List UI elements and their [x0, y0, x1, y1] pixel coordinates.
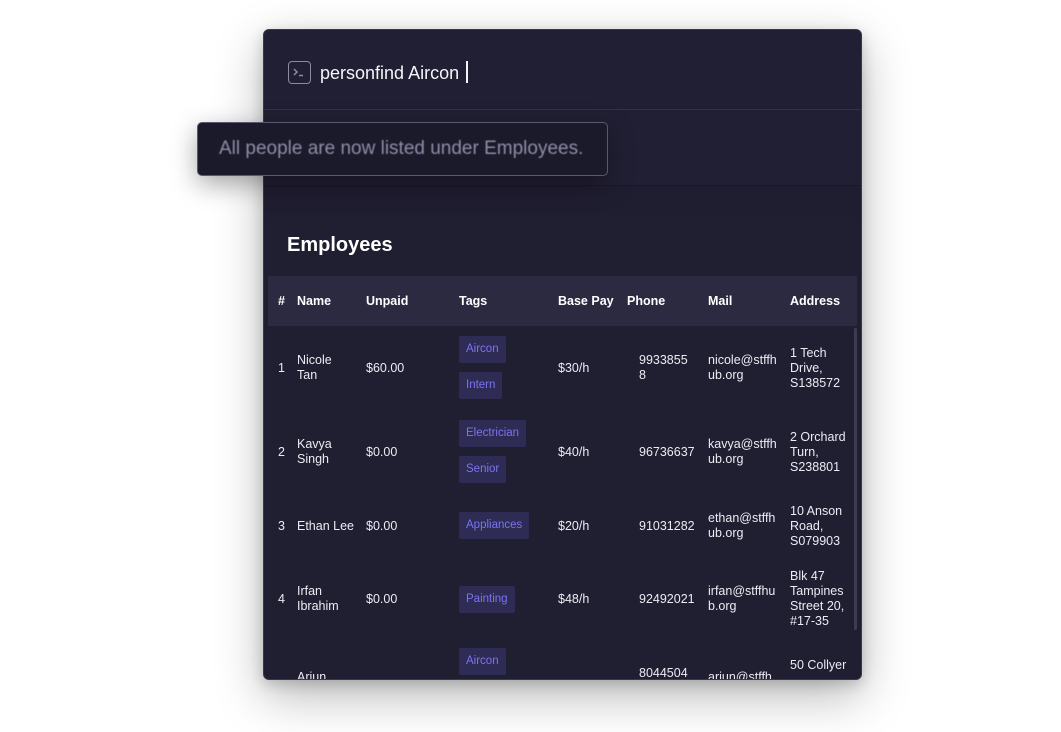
row-phone: 9933855 8 — [639, 353, 688, 382]
row-name: Kavya Singh — [297, 437, 332, 466]
row-base-pay: $48/h — [558, 592, 590, 606]
row-phone: 92492021 — [639, 592, 695, 606]
row-mail: ethan@stffh ub.org — [708, 511, 776, 540]
tag-aircon[interactable]: Aircon — [459, 336, 506, 363]
row-index: 1 — [278, 361, 285, 375]
column-header-address[interactable]: Address — [790, 294, 840, 308]
row-address: 2 Orchard Turn, S238801 — [790, 430, 846, 474]
column-header-mail[interactable]: Mail — [708, 294, 732, 308]
table-row[interactable]: 1 Nicole Tan $60.00 Aircon Intern $30/h 9… — [268, 326, 848, 410]
text-caret — [466, 61, 468, 83]
row-name: Irfan Ibrahim — [297, 584, 339, 613]
row-index: 4 — [278, 592, 285, 606]
row-name: Ethan Lee — [297, 519, 354, 533]
row-name: Nicole Tan — [297, 353, 332, 382]
row-base-pay: $40/h — [558, 445, 590, 459]
row-unpaid: $0.00 — [366, 519, 398, 533]
table-row[interactable]: 3 Ethan Lee $0.00 Appliances $20/h 91031… — [268, 494, 848, 558]
tag-painting[interactable]: Painting — [459, 586, 515, 613]
command-input[interactable] — [320, 60, 552, 86]
tag-aircon[interactable]: Aircon — [459, 648, 506, 675]
table-header: # Name Unpaid Tags Base Pay Phone Mail A… — [268, 276, 857, 326]
tag-electrician[interactable]: Electrician — [459, 420, 527, 447]
row-address: 50 Collyer — [790, 658, 847, 672]
column-header-base-pay[interactable]: Base Pay — [558, 294, 614, 308]
toast-notification: All people are now listed under Employee… — [197, 122, 608, 176]
row-unpaid: $0.00 — [366, 445, 398, 459]
table-body[interactable]: 1 Nicole Tan $60.00 Aircon Intern $30/h 9… — [268, 326, 857, 680]
column-header-tags[interactable]: Tags — [459, 294, 487, 308]
toast-message: All people are now listed under Employee… — [219, 138, 584, 159]
row-index: 3 — [278, 519, 285, 533]
column-header-unpaid[interactable]: Unpaid — [366, 294, 408, 308]
row-mail: kavya@stffh ub.org — [708, 437, 777, 466]
row-phone: 91031282 — [639, 519, 695, 533]
terminal-icon — [288, 61, 311, 84]
table-scrollbar[interactable] — [854, 328, 857, 630]
row-base-pay: $30/h — [558, 361, 590, 375]
panel-title: Employees — [287, 234, 393, 256]
row-unpaid: $0.00 — [366, 592, 398, 606]
row-mail: arjun@stffh — [708, 670, 772, 680]
employees-panel: Employees # Name Unpaid Tags Base Pay Ph… — [267, 216, 859, 680]
row-mail: irfan@stffhu b.org — [708, 584, 776, 613]
tag-intern[interactable]: Intern — [459, 372, 503, 399]
row-address: 10 Anson Road, S079903 — [790, 504, 843, 548]
tag-appliances[interactable]: Appliances — [459, 512, 530, 539]
row-unpaid: $60.00 — [366, 361, 405, 375]
column-header-index[interactable]: # — [278, 294, 285, 308]
row-address: Blk 47 Tampines Street 20, #17-35 — [790, 569, 845, 628]
row-mail: nicole@stffh ub.org — [708, 353, 777, 382]
row-phone: 8044504 — [639, 666, 688, 680]
row-index: 2 — [278, 445, 285, 459]
tag-senior[interactable]: Senior — [459, 456, 507, 483]
command-bar — [264, 30, 861, 110]
row-name: Arjun — [297, 670, 327, 680]
table-row[interactable]: 4 Irfan Ibrahim $0.00 Painting $48/h 9249… — [268, 558, 848, 642]
row-address: 1 Tech Drive, S138572 — [790, 346, 841, 390]
table-row[interactable]: 2 Kavya Singh $0.00 Electrician Senior $4… — [268, 410, 848, 494]
row-base-pay: $20/h — [558, 519, 590, 533]
table-row[interactable]: Arjun Aircon 8044504 arjun@stffh 50 Coll… — [268, 642, 848, 680]
row-phone: 96736637 — [639, 445, 695, 459]
column-header-phone[interactable]: Phone — [627, 294, 665, 308]
column-header-name[interactable]: Name — [297, 294, 331, 308]
